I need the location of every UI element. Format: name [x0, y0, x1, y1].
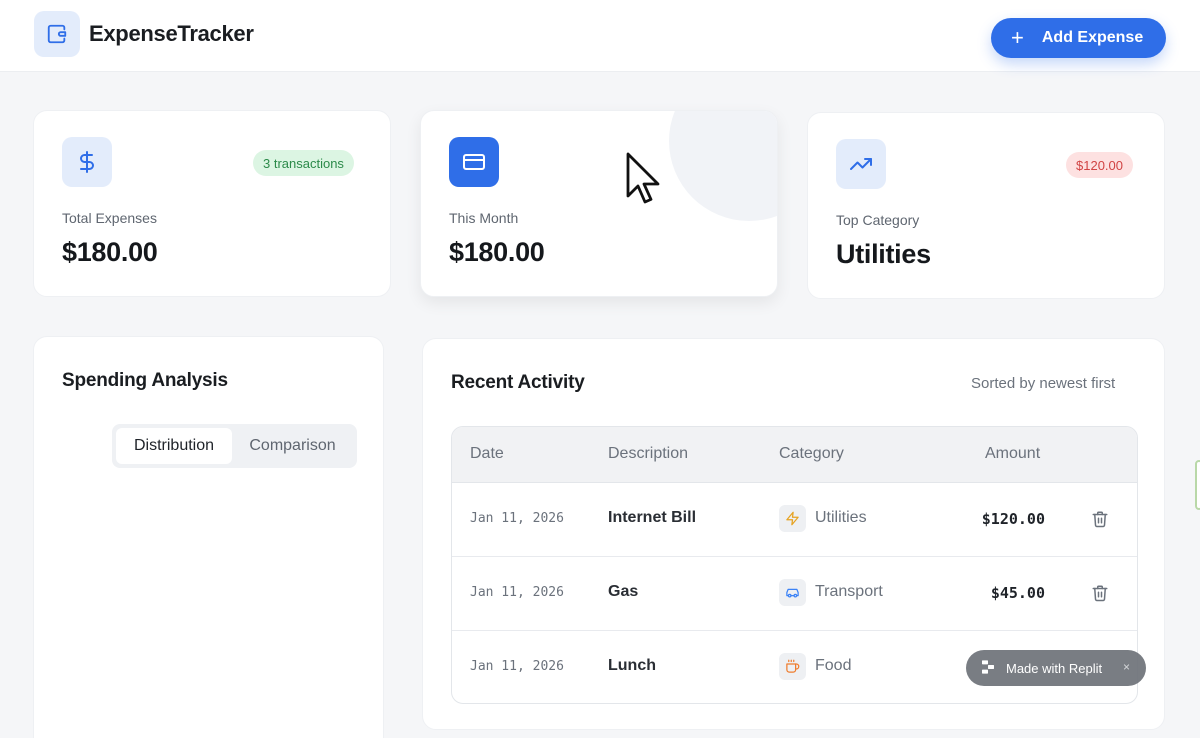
column-header-amount: Amount	[985, 445, 1041, 462]
plus-icon: +	[1011, 25, 1024, 50]
row-category: Utilities	[815, 509, 867, 526]
top-bar: ExpenseTracker + Add Expense	[0, 0, 1200, 72]
wallet-icon	[34, 11, 80, 57]
stat-value: $180.00	[62, 237, 158, 267]
column-header-category: Category	[779, 445, 844, 462]
column-header-description: Description	[608, 445, 689, 462]
tab-comparison[interactable]: Comparison	[232, 428, 353, 464]
stat-label: Top Category	[836, 212, 920, 228]
column-header-date: Date	[470, 445, 504, 462]
stat-label: Total Expenses	[62, 210, 157, 226]
zap-icon	[779, 505, 806, 532]
row-date: Jan 11, 2026	[470, 511, 564, 526]
trending-up-icon	[836, 139, 886, 189]
sort-note: Sorted by newest first	[971, 375, 1116, 392]
mouse-cursor-icon	[626, 152, 664, 211]
trash-icon[interactable]	[1091, 510, 1109, 533]
decorative-circle	[669, 111, 777, 221]
add-expense-button[interactable]: + Add Expense	[991, 18, 1166, 58]
row-description: Lunch	[608, 657, 656, 674]
section-title: Spending Analysis	[62, 370, 228, 391]
row-category: Transport	[815, 583, 883, 600]
table-header: Date Description Category Amount	[452, 427, 1137, 483]
table-row: Jan 11, 2026 Internet Bill Utilities $12…	[452, 483, 1137, 557]
row-description: Internet Bill	[608, 509, 697, 526]
spending-analysis-card: Spending Analysis Distribution Compariso…	[33, 336, 384, 738]
row-description: Gas	[608, 583, 639, 600]
row-category: Food	[815, 657, 852, 674]
total-expenses-card: 3 transactions Total Expenses $180.00	[33, 110, 391, 297]
tab-distribution[interactable]: Distribution	[116, 428, 232, 464]
top-category-amount-badge: $120.00	[1066, 152, 1133, 178]
replit-label: Made with Replit	[1006, 660, 1103, 676]
replit-logo-icon	[980, 659, 996, 678]
close-icon[interactable]: ×	[1123, 660, 1130, 674]
row-date: Jan 11, 2026	[470, 659, 564, 674]
section-title: Recent Activity	[451, 372, 585, 393]
analysis-view-toggle: Distribution Comparison	[112, 424, 357, 468]
table-row: Jan 11, 2026 Gas Transport $45.00	[452, 557, 1137, 631]
coffee-icon	[779, 653, 806, 680]
made-with-replit-badge[interactable]: Made with Replit ×	[966, 650, 1146, 686]
trash-icon[interactable]	[1091, 584, 1109, 607]
this-month-card: This Month $180.00	[420, 110, 778, 297]
app-title: ExpenseTracker	[89, 21, 254, 46]
top-category-card: $120.00 Top Category Utilities	[807, 112, 1165, 299]
stat-value: $180.00	[449, 237, 545, 267]
row-amount: $120.00	[981, 510, 1045, 528]
stat-value: Utilities	[836, 239, 931, 269]
row-amount: $45.00	[990, 584, 1045, 602]
car-icon	[779, 579, 806, 606]
stat-label: This Month	[449, 210, 519, 226]
row-date: Jan 11, 2026	[470, 585, 564, 600]
credit-card-icon	[449, 137, 499, 187]
add-expense-label: Add Expense	[1041, 29, 1144, 46]
dollar-icon	[62, 137, 112, 187]
transactions-badge: 3 transactions	[253, 150, 354, 176]
edge-indicator	[1195, 460, 1200, 510]
